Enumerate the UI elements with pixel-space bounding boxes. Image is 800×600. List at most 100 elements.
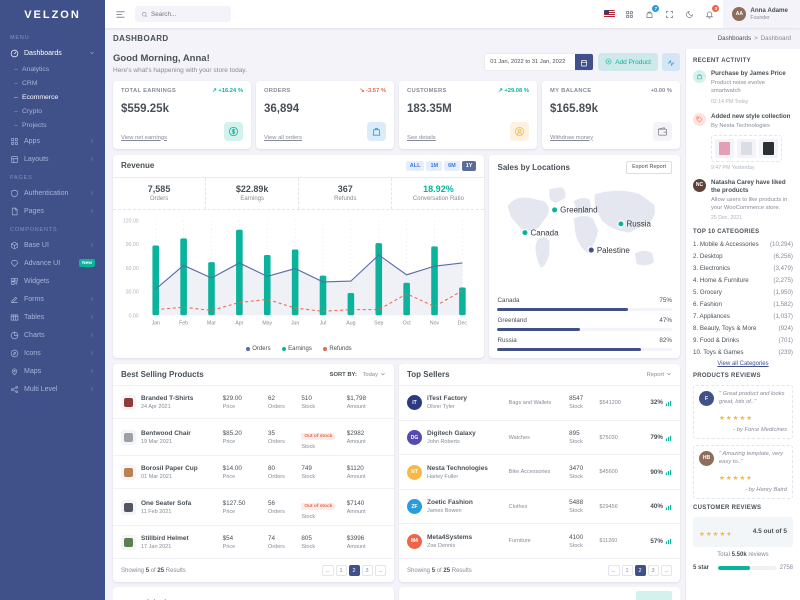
- sidebar-item-advance-ui[interactable]: Advance UINew: [0, 254, 105, 272]
- results-summary: Showing 5 of 25 Results: [121, 568, 186, 574]
- cart-button[interactable]: 7: [641, 6, 658, 23]
- map-marker-russia[interactable]: [618, 220, 624, 226]
- dashboard-icon: [10, 49, 19, 58]
- language-flag-button[interactable]: [601, 6, 618, 23]
- category-row-appliances[interactable]: 7. Appliances(1,037): [693, 313, 793, 320]
- seller-row-meta4systems[interactable]: M4Meta4SystemsZoe DennisFurniture4100Sto…: [399, 523, 680, 558]
- seller-row-nesta-technologies[interactable]: NTNesta TechnologiesHarley FullerBike Ac…: [399, 454, 680, 489]
- revenue-filter-6m[interactable]: 6M: [444, 161, 460, 171]
- legend-item-refunds[interactable]: Refunds: [323, 346, 352, 352]
- report-dropdown[interactable]: Report: [647, 371, 672, 379]
- forms-icon: [10, 295, 19, 304]
- kpi-link[interactable]: See details: [407, 135, 436, 141]
- product-thumbnail[interactable]: [759, 139, 778, 158]
- sidebar-item-pages[interactable]: Pages: [0, 202, 105, 220]
- seller-row-digitech-galaxy[interactable]: DGDigitech GalaxyJohn RobertsWatches895S…: [399, 420, 680, 455]
- category-row-food-drinks[interactable]: 9. Food & Drinks(701): [693, 337, 793, 344]
- product-row-borosil-paper-cup[interactable]: Borosil Paper Cup01 Mar 2021$14.00Price8…: [113, 455, 394, 488]
- notifications-button[interactable]: 3: [701, 6, 718, 23]
- page-button-[interactable]: →: [661, 565, 673, 576]
- recent-activity-title: RECENT ACTIVITY: [693, 58, 793, 64]
- page-button-2[interactable]: 2: [349, 565, 360, 576]
- legend-item-earnings[interactable]: Earnings: [282, 346, 312, 352]
- charts-icon: [10, 331, 19, 340]
- sidebar-item-authentication[interactable]: Authentication: [0, 184, 105, 202]
- page-button-[interactable]: ←: [608, 565, 620, 576]
- kpi-link[interactable]: Withdraw money: [550, 135, 593, 141]
- view-all-categories-link[interactable]: View all Categories: [693, 361, 793, 367]
- category-row-home-furniture[interactable]: 4. Home & Furniture(2,275): [693, 277, 793, 284]
- sidebar-item-apps[interactable]: Apps: [0, 132, 105, 150]
- hamburger-menu-button[interactable]: [113, 7, 128, 22]
- product-row-branded-t-shirts[interactable]: Branded T-Shirts24 Apr 2021$29.00Price62…: [113, 385, 394, 418]
- legend-item-orders[interactable]: Orders: [246, 346, 271, 352]
- activity-item: Added new style collectionBy Nesta Techn…: [693, 113, 793, 171]
- sidebar-item-tables[interactable]: Tables: [0, 308, 105, 326]
- kpi-link[interactable]: View all orders: [264, 135, 302, 141]
- product-row-bentwood-chair[interactable]: Bentwood Chair19 Mar 2021$85.20Price35Or…: [113, 418, 394, 455]
- breadcrumb-parent[interactable]: Dashboards: [718, 35, 751, 42]
- sidebar-item-layouts[interactable]: Layouts: [0, 150, 105, 168]
- category-row-toys-games[interactable]: 10. Toys & Games(239): [693, 349, 793, 356]
- sidebar-item-charts[interactable]: Charts: [0, 326, 105, 344]
- revenue-filter-1y[interactable]: 1Y: [462, 161, 477, 171]
- fullscreen-button[interactable]: [661, 6, 678, 23]
- revenue-filter-all[interactable]: ALL: [406, 161, 425, 171]
- sidebar-subitem-crm[interactable]: CRM: [0, 76, 105, 90]
- category-row-electronics[interactable]: 3. Electronics(3,479): [693, 265, 793, 272]
- category-row-desktop[interactable]: 2. Desktop(6,256): [693, 253, 793, 260]
- map-marker-canada[interactable]: [522, 229, 528, 235]
- category-row-fashion[interactable]: 6. Fashion(1,582): [693, 301, 793, 308]
- new-badge: New: [79, 259, 95, 267]
- sidebar-item-dashboards[interactable]: Dashboards: [0, 44, 105, 62]
- page-button-1[interactable]: 1: [336, 565, 347, 576]
- product-thumbnail[interactable]: [737, 139, 756, 158]
- sidebar-item-base-ui[interactable]: Base UI: [0, 236, 105, 254]
- category-row-grocery[interactable]: 5. Grocery(1,950): [693, 289, 793, 296]
- sidebar-item-widgets[interactable]: Widgets: [0, 272, 105, 290]
- sort-by-dropdown[interactable]: SORT BY: Today: [330, 371, 386, 379]
- page-button-2[interactable]: 2: [635, 565, 646, 576]
- calendar-button[interactable]: [575, 54, 593, 70]
- page-button-[interactable]: ←: [322, 565, 334, 576]
- page-button-3[interactable]: 3: [648, 565, 659, 576]
- date-range-input[interactable]: [485, 54, 575, 70]
- sidebar-item-multi-level[interactable]: Multi Level: [0, 380, 105, 398]
- map-marker-greenland[interactable]: [552, 206, 558, 212]
- apps-grid-button[interactable]: [621, 6, 638, 23]
- export-report-button[interactable]: Export Report: [626, 161, 672, 174]
- map-label-palestine: Palestine: [597, 245, 631, 254]
- sidebar-subitem-crypto[interactable]: Crypto: [0, 104, 105, 118]
- revenue-filter-1m[interactable]: 1M: [426, 161, 442, 171]
- sidebar-subitem-analytics[interactable]: Analytics: [0, 62, 105, 76]
- page-button-3[interactable]: 3: [362, 565, 373, 576]
- product-thumbnail[interactable]: [715, 139, 734, 158]
- product-row-stillbird-helmet[interactable]: Stillbird Helmet17 Jan 2021$54Price74Ord…: [113, 525, 394, 558]
- category-row-mobile-accessories[interactable]: 1. Mobile & Accessories(10,294): [693, 241, 793, 248]
- category-row-beauty-toys-more[interactable]: 8. Beauty, Toys & More(924): [693, 325, 793, 332]
- sidebar-subitem-projects[interactable]: Projects: [0, 118, 105, 132]
- svg-text:Jun: Jun: [291, 320, 299, 326]
- page-button-1[interactable]: 1: [622, 565, 633, 576]
- sidebar-item-maps[interactable]: Maps: [0, 362, 105, 380]
- product-row-one-seater-sofa[interactable]: One Seater Sofa11 Feb 2021$127.50Price56…: [113, 488, 394, 525]
- revenue-stat-orders: 7,585Orders: [113, 178, 206, 210]
- seller-row-zoetic-fashion[interactable]: ZFZoetic FashionJames BowenClothes5488St…: [399, 489, 680, 524]
- kpi-link[interactable]: View net earnings: [121, 135, 167, 141]
- add-product-button[interactable]: Add Product: [598, 53, 658, 71]
- user-avatar: AA: [732, 7, 746, 21]
- top-sellers-rows: iTiTest FactoryOliver TylerBags and Wall…: [399, 385, 680, 558]
- seller-row-itest-factory[interactable]: iTiTest FactoryOliver TylerBags and Wall…: [399, 385, 680, 420]
- activity-shortcut-button[interactable]: [662, 53, 680, 71]
- search-box[interactable]: [135, 6, 231, 22]
- dark-mode-button[interactable]: [681, 6, 698, 23]
- page-button-[interactable]: →: [375, 565, 387, 576]
- sidebar-subitem-ecommerce[interactable]: Ecommerce: [0, 90, 105, 104]
- search-input[interactable]: [151, 11, 223, 18]
- map-marker-palestine[interactable]: [589, 246, 595, 252]
- bottom-right-button[interactable]: [636, 591, 672, 600]
- app-logo[interactable]: VELZON: [0, 0, 105, 28]
- user-menu[interactable]: AA Anna Adame Founder: [723, 0, 800, 28]
- sidebar-item-icons[interactable]: Icons: [0, 344, 105, 362]
- sidebar-item-forms[interactable]: Forms: [0, 290, 105, 308]
